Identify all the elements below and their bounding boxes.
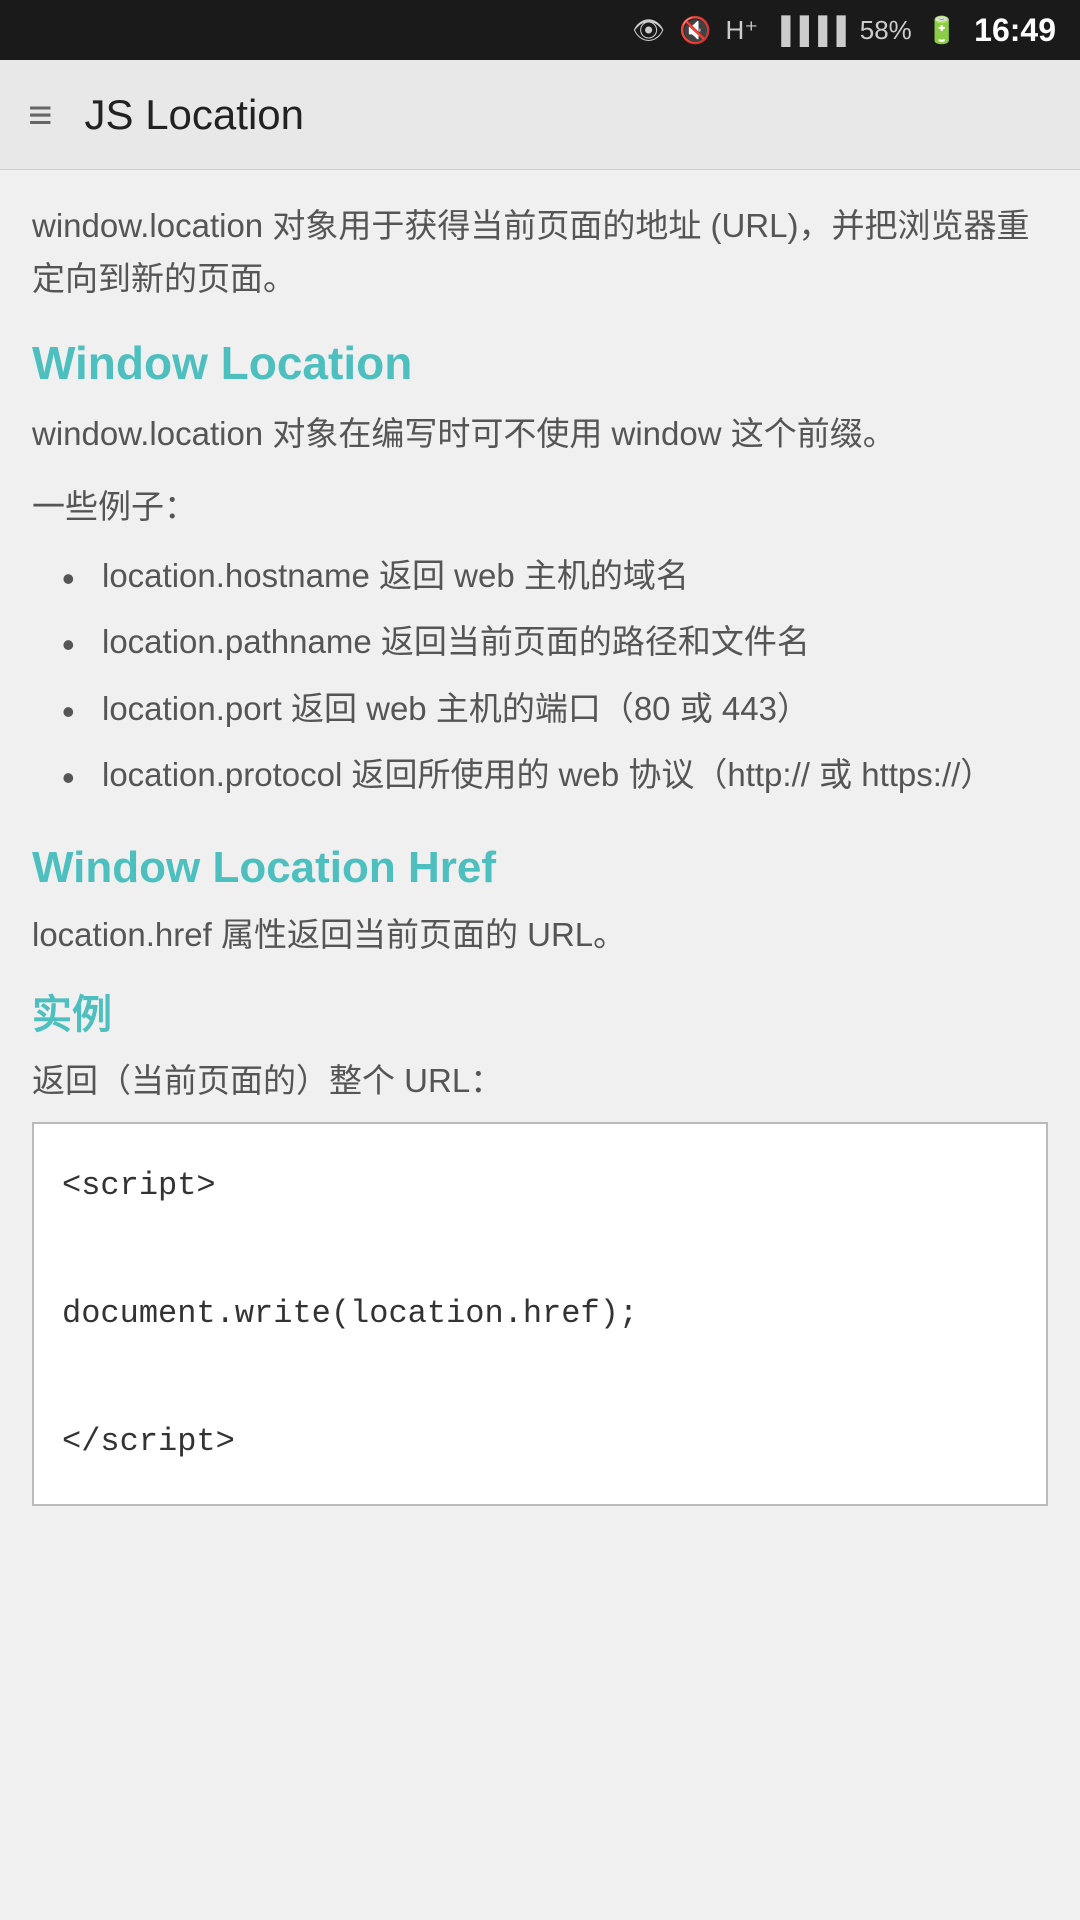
code-block: <script> document.write(location.href); … (32, 1122, 1048, 1506)
list-item: location.pathname 返回当前页面的路径和文件名 (62, 614, 1048, 670)
battery-percent: 58% (860, 15, 912, 46)
eye-off-icon: 👁 (632, 15, 665, 46)
example-desc: 返回（当前页面的）整个 URL： (32, 1054, 1048, 1102)
list-item: location.port 返回 web 主机的端口（80 或 443） (62, 681, 1048, 737)
network-hplus-icon: H⁺ (726, 15, 759, 46)
status-icons: 👁 🔇 H⁺ ▐▐▐▐ 58% 🔋 (632, 15, 958, 46)
code-content: <script> document.write(location.href); … (62, 1154, 1018, 1474)
app-title: JS Location (85, 91, 304, 139)
status-bar: 👁 🔇 H⁺ ▐▐▐▐ 58% 🔋 16:49 (0, 0, 1080, 60)
intro-paragraph: window.location 对象用于获得当前页面的地址 (URL)，并把浏览… (32, 200, 1048, 306)
example-title: 实例 (32, 982, 1048, 1040)
mute-icon: 🔇 (679, 15, 711, 46)
main-content: window.location 对象用于获得当前页面的地址 (URL)，并把浏览… (0, 170, 1080, 1566)
signal-icon: ▐▐▐▐ (772, 15, 846, 46)
status-time: 16:49 (974, 12, 1056, 49)
list-item: location.protocol 返回所使用的 web 协议（http:// … (62, 747, 1048, 803)
section1-title: Window Location (32, 336, 1048, 390)
bullet-list: location.hostname 返回 web 主机的域名 location.… (32, 548, 1048, 802)
app-bar: ≡ JS Location (0, 60, 1080, 170)
section2-description: location.href 属性返回当前页面的 URL。 (32, 909, 1048, 962)
section1-description: window.location 对象在编写时可不使用 window 这个前缀。 (32, 408, 1048, 461)
examples-label: 一些例子： (32, 480, 1048, 528)
section2-title: Window Location Href (32, 843, 1048, 893)
battery-icon: 🔋 (926, 15, 958, 46)
list-item: location.hostname 返回 web 主机的域名 (62, 548, 1048, 604)
menu-icon[interactable]: ≡ (28, 91, 53, 139)
